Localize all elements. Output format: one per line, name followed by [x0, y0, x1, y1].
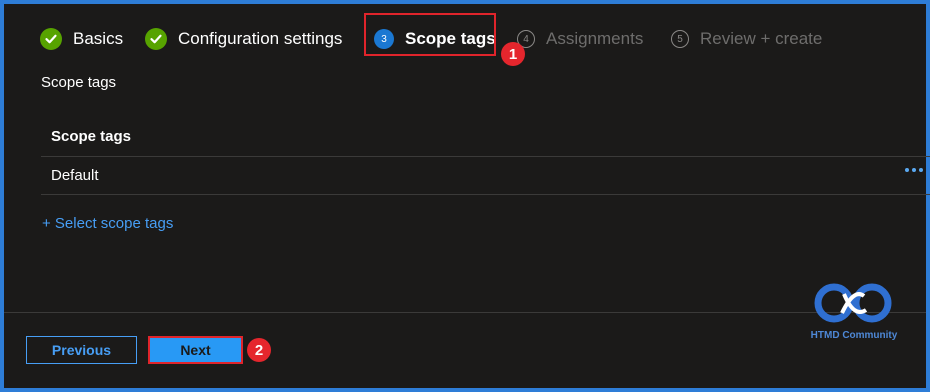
step-basics[interactable]: Basics: [40, 26, 123, 52]
table-header: Scope tags: [41, 116, 930, 157]
check-icon: [40, 28, 62, 50]
next-button[interactable]: Next: [148, 336, 243, 364]
htmd-logo-icon: [814, 283, 892, 323]
step-label: Assignments: [546, 29, 644, 48]
htmd-logo: HTMD Community: [804, 278, 904, 348]
select-scope-tags-link[interactable]: + Select scope tags: [42, 215, 173, 232]
annotation-callout-1: 1: [501, 42, 525, 66]
table-row: Default: [41, 157, 930, 195]
scope-tag-name: Default: [51, 167, 99, 184]
step-configuration-settings[interactable]: Configuration settings: [145, 26, 342, 52]
logo-text: HTMD Community: [810, 330, 898, 341]
step-label: Configuration settings: [178, 29, 343, 48]
step-label: Basics: [73, 29, 124, 48]
step-label: Review + create: [700, 29, 823, 48]
wizard-steps: Basics Configuration settings 3 Scope ta…: [4, 4, 926, 72]
annotation-highlight-box: [364, 13, 496, 56]
previous-button[interactable]: Previous: [26, 336, 137, 364]
scope-tags-table: Scope tags Default: [41, 116, 930, 195]
step-assignments: 4 Assignments: [517, 26, 643, 52]
more-icon[interactable]: [905, 168, 923, 172]
check-icon: [145, 28, 167, 50]
step-review-create: 5 Review + create: [671, 26, 822, 52]
footer-divider: [4, 312, 926, 313]
wizard-panel: Basics Configuration settings 3 Scope ta…: [4, 4, 930, 388]
step-number-badge: 5: [671, 30, 689, 48]
section-title: Scope tags: [41, 74, 117, 91]
annotation-callout-2: 2: [247, 338, 271, 362]
